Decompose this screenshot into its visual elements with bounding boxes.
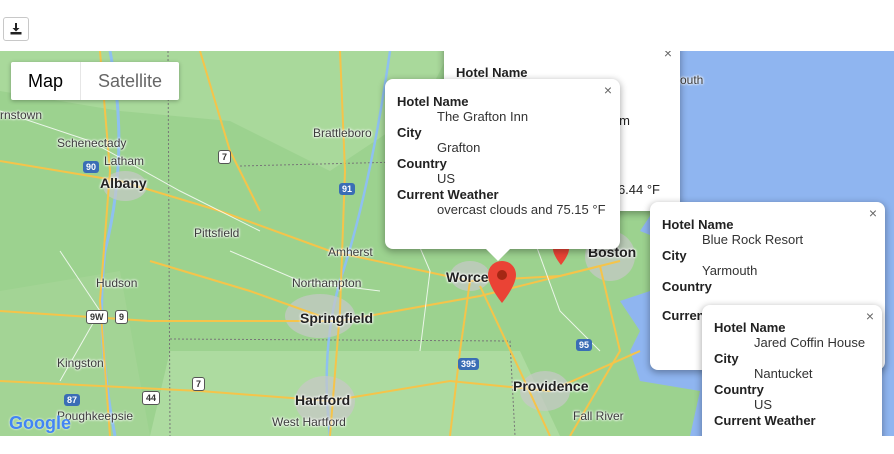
highway-shield: 395 xyxy=(458,358,480,370)
place-label: Pittsfield xyxy=(194,226,240,240)
hotel-name-value: Blue Rock Resort xyxy=(702,232,804,247)
highway-shield: 9 xyxy=(115,310,129,324)
download-button[interactable] xyxy=(3,17,29,41)
country-value: US xyxy=(437,171,456,186)
hotel-name-value: Jared Coffin House xyxy=(754,335,866,350)
place-label: Hudson xyxy=(96,276,138,290)
highway-shield: 7 xyxy=(218,150,232,164)
place-label: Brattleboro xyxy=(313,126,372,140)
highway-shield: 95 xyxy=(576,339,593,351)
place-label: Kingston xyxy=(57,356,104,370)
place-label: Fall River xyxy=(573,409,624,423)
highway-shield: 87 xyxy=(64,394,81,406)
info-window-grafton: × Hotel Name The Grafton Inn City Grafto… xyxy=(385,79,620,261)
place-label: Schenectady xyxy=(57,136,127,150)
hotel-name-value: The Grafton Inn xyxy=(437,109,529,124)
close-icon[interactable]: × xyxy=(604,82,612,98)
highway-shield: 9W xyxy=(86,310,108,324)
highway-shield: 90 xyxy=(83,161,100,173)
city-value: Yarmouth xyxy=(702,263,758,278)
place-label: Hartford xyxy=(295,392,351,408)
weather-value: overcast clouds and 75.15 °F xyxy=(437,202,606,217)
country-label: Country xyxy=(714,382,764,397)
city-value: Grafton xyxy=(437,140,481,155)
place-label: Worce xyxy=(446,269,489,285)
close-icon[interactable]: × xyxy=(664,51,672,61)
weather-partial: 6.44 °F xyxy=(617,182,660,197)
city-label: City xyxy=(662,248,687,263)
hotel-name-label: Hotel Name xyxy=(456,65,528,80)
highway-shield: 91 xyxy=(339,183,356,195)
country-label: Country xyxy=(397,156,447,171)
map-marker-icon[interactable] xyxy=(488,261,516,303)
map-type-satellite-button[interactable]: Satellite xyxy=(80,62,179,100)
place-label: Northampton xyxy=(292,276,362,290)
info-window-jared-coffin: × Hotel Name Jared Coffin House City Nan… xyxy=(702,305,882,436)
map-type-control: Map Satellite xyxy=(11,62,180,100)
hotel-name-label: Hotel Name xyxy=(662,217,734,232)
google-logo-text: Google xyxy=(9,413,71,433)
place-label: Albany xyxy=(100,175,147,191)
weather-label: Current Weather xyxy=(397,187,499,202)
hotel-name-label: Hotel Name xyxy=(714,320,786,335)
highway-shield: 7 xyxy=(192,377,206,391)
city-label: City xyxy=(397,125,422,140)
place-label: Amherst xyxy=(328,245,373,259)
close-icon[interactable]: × xyxy=(869,205,877,221)
hotel-name-label: Hotel Name xyxy=(397,94,469,109)
place-label: Providence xyxy=(513,378,589,394)
google-logo: Google xyxy=(9,413,71,434)
place-label: Latham xyxy=(104,154,145,168)
city-value: Nantucket xyxy=(754,366,813,381)
place-label: rnstown xyxy=(0,108,43,122)
download-icon xyxy=(10,23,22,35)
hotel-name-partial: m xyxy=(619,113,630,128)
country-label: Country xyxy=(662,279,712,294)
map-type-map-button[interactable]: Map xyxy=(11,62,80,100)
map[interactable]: Map Satellite rnstown Schenectady Latham… xyxy=(0,51,894,436)
highway-shield: 44 xyxy=(142,391,161,405)
close-icon[interactable]: × xyxy=(866,308,874,324)
city-label: City xyxy=(714,351,739,366)
place-label: West Hartford xyxy=(272,415,346,429)
place-label: outh xyxy=(680,73,704,87)
info-window-tail xyxy=(485,249,510,261)
country-value: US xyxy=(754,397,773,412)
place-label: Springfield xyxy=(300,310,374,326)
weather-label: Current Weather xyxy=(714,413,816,428)
